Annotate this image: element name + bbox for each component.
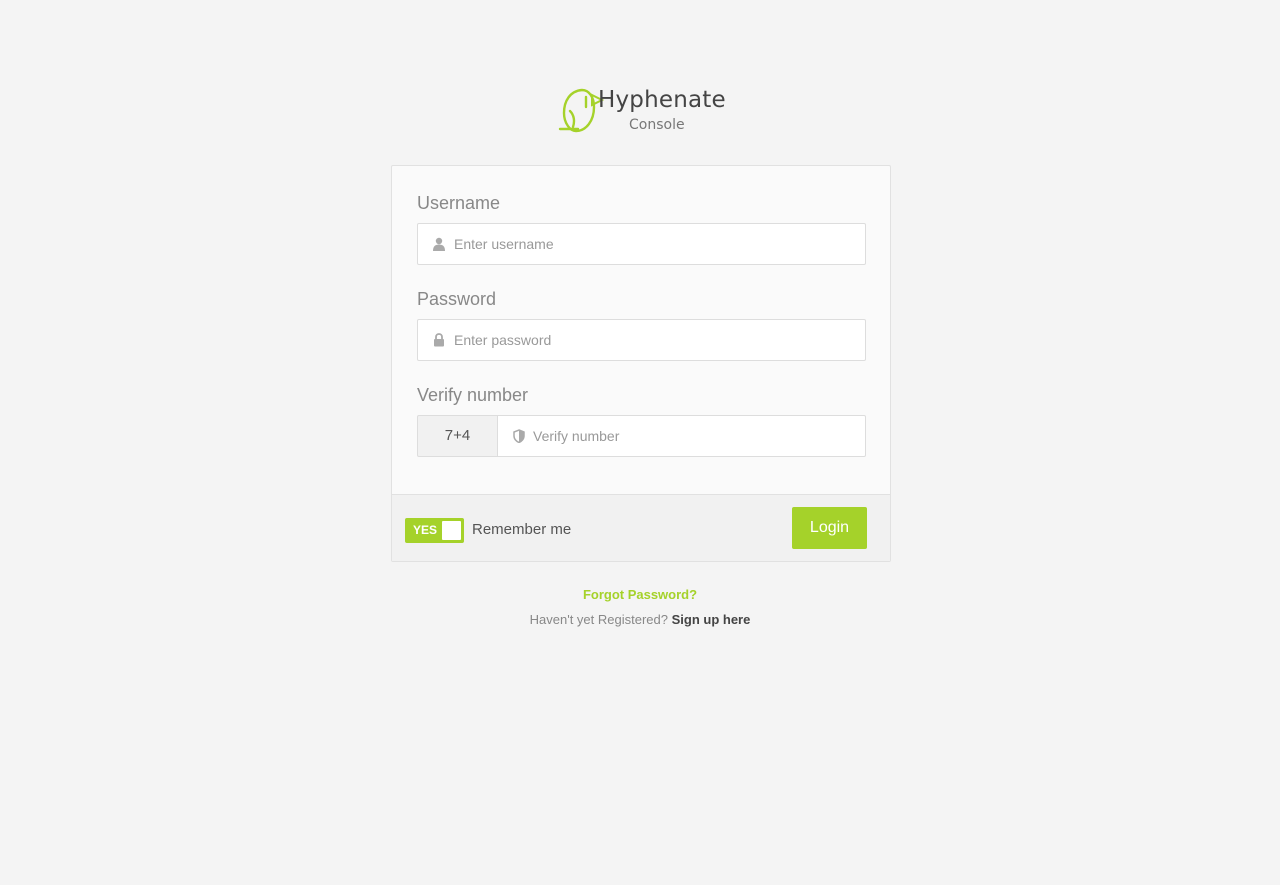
username-input[interactable] <box>454 224 854 264</box>
lock-icon <box>434 333 444 347</box>
password-label: Password <box>417 289 497 309</box>
verify-input-wrapper <box>497 415 866 457</box>
register-line: Haven't yet Registered? Sign up here <box>0 612 1280 627</box>
remember-me-toggle[interactable]: YES <box>405 518 464 543</box>
remember-me-label: Remember me <box>472 521 572 538</box>
login-button[interactable]: Login <box>792 507 867 549</box>
login-page: Hyphenate Console Username Password Veri… <box>0 0 1280 885</box>
verify-input[interactable] <box>533 416 853 456</box>
username-field-wrapper <box>417 223 866 265</box>
shield-icon <box>513 429 525 443</box>
card-footer: YES Remember me Login <box>392 494 890 561</box>
register-prompt: Haven't yet Registered? <box>529 612 668 627</box>
logo: Hyphenate Console <box>558 85 728 137</box>
forgot-password-link[interactable]: Forgot Password? <box>0 587 1280 602</box>
captcha-code: 7+4 <box>417 415 498 457</box>
verify-field-wrapper: 7+4 <box>417 415 866 457</box>
sign-up-link[interactable]: Sign up here <box>672 612 751 627</box>
login-card: Username Password Verify number 7+4 <box>391 165 891 562</box>
password-field-wrapper <box>417 319 866 361</box>
brand-name: Hyphenate <box>598 87 726 113</box>
username-label: Username <box>417 193 501 213</box>
user-icon <box>433 237 445 251</box>
brand-subtitle: Console <box>629 117 685 133</box>
verify-label: Verify number <box>417 385 529 405</box>
toggle-knob <box>442 521 461 540</box>
toggle-label: YES <box>413 523 438 537</box>
password-input[interactable] <box>454 320 854 360</box>
